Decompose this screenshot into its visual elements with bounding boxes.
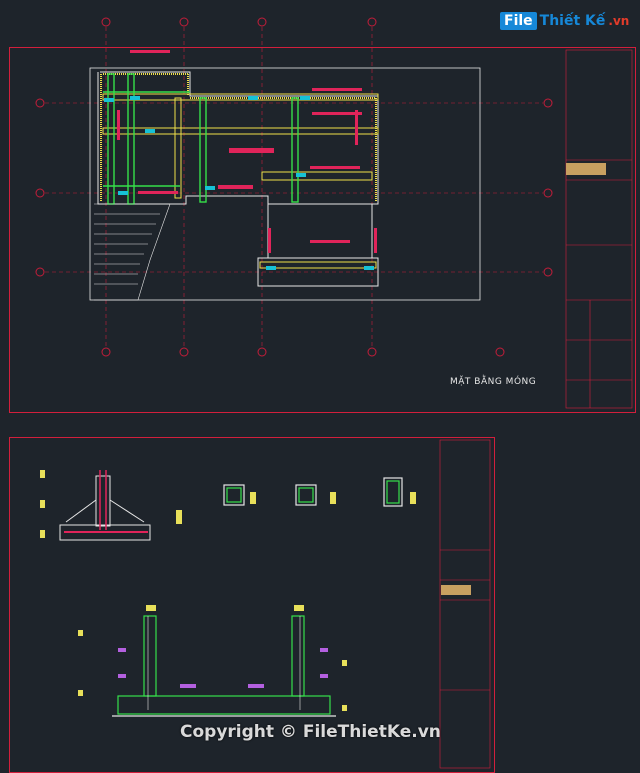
site-logo: File Thiết Kế .vn: [500, 12, 629, 30]
footing-detail: [59, 470, 151, 541]
plan-title: MẶT BẰNG MÓNG: [450, 377, 537, 387]
cad-drawing: [35, 17, 633, 769]
foundation-section: [112, 615, 336, 717]
rebar-marks: [117, 50, 377, 253]
tb-logo-bottom: [441, 585, 471, 595]
logo-text: Thiết Kế: [539, 13, 606, 29]
copyright-watermark: Copyright © FileThietKe.vn: [180, 722, 441, 742]
hatched-walls: [100, 73, 377, 202]
title-block-top: [565, 49, 633, 409]
title-block-bottom: [439, 439, 491, 769]
logo-suffix: .vn: [608, 14, 630, 28]
section-tags-bottom: [118, 648, 328, 688]
logo-box: File: [500, 12, 537, 30]
tb-logo-top: [566, 163, 606, 175]
stair: [94, 203, 171, 301]
